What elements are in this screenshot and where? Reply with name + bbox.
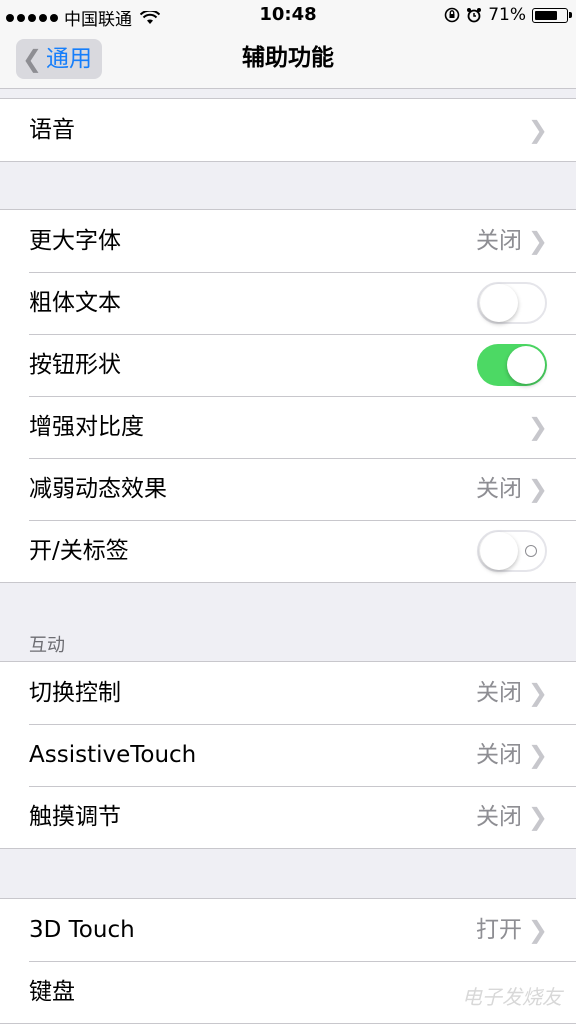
chevron-right-icon: ❯ (527, 227, 548, 255)
row-value: 关闭 (476, 742, 522, 768)
row-value: 关闭 (476, 804, 522, 830)
row-3d-touch[interactable]: 3D Touch 打开 ❯ (0, 899, 576, 961)
row-touch-accommodations[interactable]: 触摸调节 关闭 ❯ (0, 786, 576, 848)
row-increase-contrast[interactable]: 增强对比度 ❯ (0, 396, 576, 458)
chevron-right-icon: ❯ (527, 916, 548, 944)
page-title: 辅助功能 (242, 45, 334, 71)
row-value: 关闭 (476, 228, 522, 254)
status-right: 71% (444, 5, 572, 25)
row-label: 增强对比度 (29, 414, 144, 440)
row-label: 3D Touch (29, 917, 135, 943)
section-header-interaction: 互动 (29, 635, 65, 656)
status-bar: 中国联通 10:48 71% (0, 0, 576, 30)
on-off-labels-toggle[interactable] (477, 530, 547, 572)
row-label: 减弱动态效果 (29, 476, 167, 502)
row-label: 切换控制 (29, 680, 121, 706)
group-display: 更大字体 关闭 ❯ 粗体文本 按钮形状 增强对比度 ❯ 减弱动态效果 关闭 ❯ … (0, 209, 576, 583)
group-speech: 语音 ❯ (0, 98, 576, 162)
row-value: 打开 (476, 917, 522, 943)
chevron-right-icon: ❯ (527, 741, 548, 769)
bold-text-toggle[interactable] (477, 282, 547, 324)
row-button-shapes: 按钮形状 (0, 334, 576, 396)
chevron-right-icon: ❯ (527, 116, 548, 144)
row-speech[interactable]: 语音 ❯ (0, 99, 576, 161)
off-circle-icon (525, 545, 537, 557)
row-label: AssistiveTouch (29, 742, 197, 768)
row-value: 关闭 (476, 680, 522, 706)
row-switch-control[interactable]: 切换控制 关闭 ❯ (0, 662, 576, 724)
row-label: 语音 (29, 117, 75, 143)
row-bold-text: 粗体文本 (0, 272, 576, 334)
chevron-right-icon: ❯ (527, 475, 548, 503)
chevron-right-icon: ❯ (527, 679, 548, 707)
navigation-bar: ❮ 通用 辅助功能 (0, 30, 576, 89)
chevron-right-icon: ❯ (527, 413, 548, 441)
row-reduce-motion[interactable]: 减弱动态效果 关闭 ❯ (0, 458, 576, 520)
row-label: 更大字体 (29, 228, 121, 254)
rotation-lock-icon (444, 7, 460, 23)
row-larger-text[interactable]: 更大字体 关闭 ❯ (0, 210, 576, 272)
row-value: 关闭 (476, 476, 522, 502)
row-label: 粗体文本 (29, 290, 121, 316)
chevron-right-icon: ❯ (527, 803, 548, 831)
row-on-off-labels: 开/关标签 (0, 520, 576, 582)
row-assistivetouch[interactable]: AssistiveTouch 关闭 ❯ (0, 724, 576, 786)
row-label: 按钮形状 (29, 352, 121, 378)
battery-icon (532, 7, 572, 23)
battery-percent: 71% (488, 5, 526, 25)
row-label: 键盘 (29, 979, 75, 1005)
row-label: 开/关标签 (29, 538, 129, 564)
button-shapes-toggle[interactable] (477, 344, 547, 386)
group-interaction: 切换控制 关闭 ❯ AssistiveTouch 关闭 ❯ 触摸调节 关闭 ❯ (0, 661, 576, 849)
row-label: 触摸调节 (29, 804, 121, 830)
watermark-text: 电子发烧友 (462, 985, 562, 1009)
alarm-icon (467, 8, 482, 23)
